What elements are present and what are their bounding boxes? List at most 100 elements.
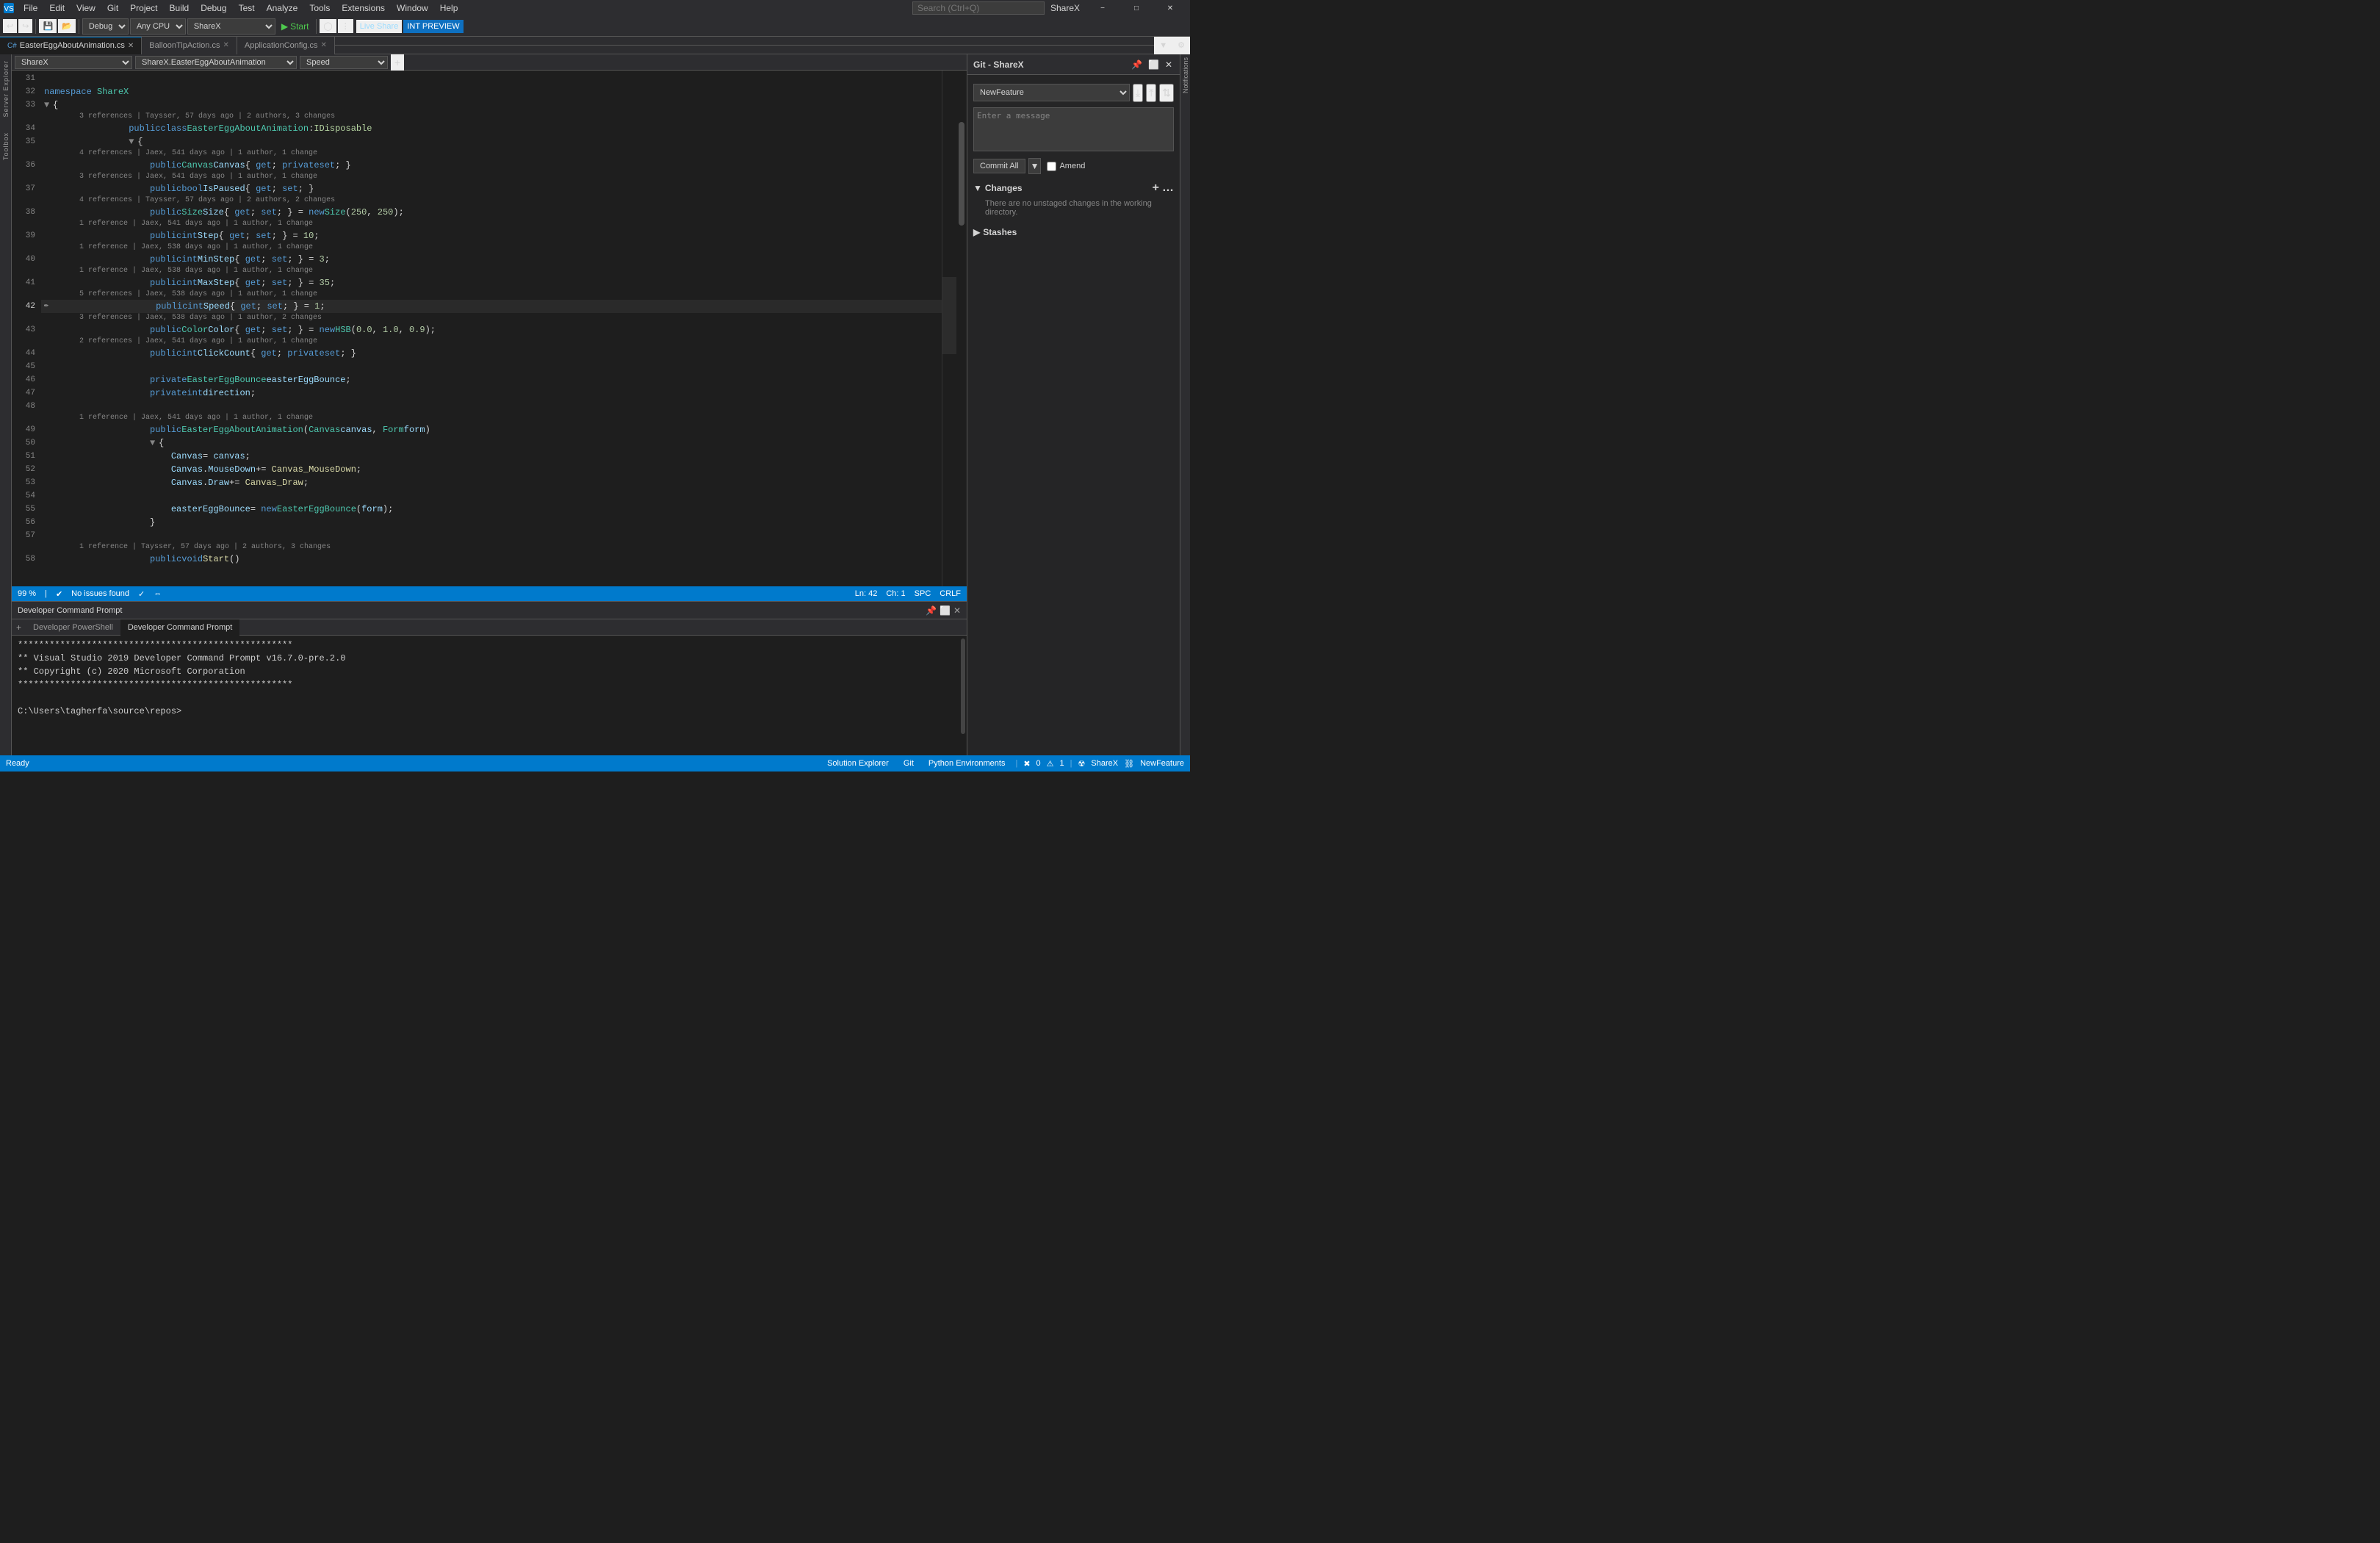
terminal-scrollbar[interactable] xyxy=(959,636,967,755)
tab-balloon-tip[interactable]: BalloonTipAction.cs ✕ xyxy=(142,37,237,54)
no-issues-label: No issues found xyxy=(71,589,129,598)
ln-57: 57 xyxy=(12,529,35,542)
fold-33[interactable]: ▼ xyxy=(44,98,53,112)
toolbar-save-btn[interactable]: 💾 xyxy=(39,19,57,33)
tab-close-1[interactable]: ✕ xyxy=(223,41,228,49)
git-changes-header[interactable]: ▼ Changes + … xyxy=(973,180,1174,196)
git-pin-btn[interactable]: 📌 xyxy=(1130,58,1144,71)
toolbar-misc-btn1[interactable]: ◯ xyxy=(320,19,336,33)
code-meta-37: 3 references | Jaex, 541 days ago | 1 au… xyxy=(41,172,942,182)
bottom-sep-2: | xyxy=(1070,759,1072,768)
git-stashes-header[interactable]: ▶ Stashes xyxy=(973,226,1174,239)
tab-easter-egg[interactable]: C# EasterEggAboutAnimation.cs ✕ xyxy=(0,37,142,54)
git-message-input[interactable] xyxy=(973,107,1174,151)
git-commit-all-btn[interactable]: Commit All xyxy=(973,159,1025,173)
ln-47: 47 xyxy=(12,386,35,400)
terminal-header: Developer Command Prompt 📌 ⬜ ✕ xyxy=(12,602,967,619)
server-explorer-label[interactable]: Server Explorer xyxy=(2,60,10,118)
menu-extensions[interactable]: Extensions xyxy=(336,0,391,16)
python-environments-tab[interactable]: Python Environments xyxy=(924,759,1010,768)
tab-app-config[interactable]: ApplicationConfig.cs ✕ xyxy=(237,37,335,54)
minimize-button[interactable]: − xyxy=(1086,0,1119,16)
ln-41: 41 xyxy=(12,276,35,289)
search-input[interactable] xyxy=(912,1,1045,15)
platform-select[interactable]: Any CPU xyxy=(130,18,186,35)
project-nav-select[interactable]: ShareX xyxy=(15,56,132,69)
add-member-btn[interactable]: + xyxy=(391,54,404,71)
terminal-title: Developer Command Prompt xyxy=(18,606,926,615)
git-float-btn[interactable]: ⬜ xyxy=(1147,58,1161,71)
git-amend-checkbox[interactable] xyxy=(1047,162,1056,171)
menu-git[interactable]: Git xyxy=(101,0,124,16)
int-preview-btn[interactable]: INT PREVIEW xyxy=(403,20,463,33)
tab-overflow-btn[interactable]: ▼ xyxy=(1154,37,1172,54)
ln-meta-12 xyxy=(12,542,35,553)
menu-tools[interactable]: Tools xyxy=(303,0,336,16)
tab-label-0: EasterEggAboutAnimation.cs xyxy=(20,41,125,50)
start-button[interactable]: ▶ Start xyxy=(277,20,314,33)
terminal-line-1: ****************************************… xyxy=(18,639,953,652)
ln-54: 54 xyxy=(12,489,35,503)
code-line-42[interactable]: ✏ public int Speed { get; set; } = 1; xyxy=(41,300,942,313)
code-line-37: public bool IsPaused { get; set; } xyxy=(41,182,942,195)
live-share-btn[interactable]: Live Share xyxy=(356,20,403,33)
debug-config-select[interactable]: Debug xyxy=(82,18,129,35)
terminal-body[interactable]: ****************************************… xyxy=(12,636,959,755)
menu-build[interactable]: Build xyxy=(164,0,195,16)
tab-close-2[interactable]: ✕ xyxy=(321,41,327,49)
git-commit-dropdown[interactable]: ▼ xyxy=(1028,158,1042,174)
class-nav-select[interactable]: ShareX.EasterEggAboutAnimation xyxy=(135,56,297,69)
menu-help[interactable]: Help xyxy=(434,0,464,16)
git-branch-select[interactable]: NewFeature xyxy=(973,84,1130,101)
code-editor: 31 32 33 34 35 36 37 38 39 40 xyxy=(12,71,967,586)
terminal-tab-powershell[interactable]: Developer PowerShell xyxy=(26,619,120,636)
menu-test[interactable]: Test xyxy=(233,0,261,16)
git-sync-btn[interactable]: ⇅ xyxy=(1159,84,1174,102)
toolbar-undo-btn[interactable]: ↩ xyxy=(3,19,17,33)
code-meta-42: 5 references | Jaex, 538 days ago | 1 au… xyxy=(41,289,942,300)
project-select[interactable]: ShareX xyxy=(187,18,275,35)
terminal-line-6: C:\Users\tagherfa\source\repos> xyxy=(18,705,953,718)
menu-analyze[interactable]: Analyze xyxy=(261,0,304,16)
terminal-pin-btn[interactable]: 📌 xyxy=(926,605,937,616)
toolbox-label[interactable]: Toolbox xyxy=(2,132,10,160)
terminal-tab-cmd[interactable]: Developer Command Prompt xyxy=(120,619,239,636)
scroll-thumb[interactable] xyxy=(959,122,964,225)
code-line-44: public int ClickCount { get; private set… xyxy=(41,347,942,360)
toolbar-misc-btn2[interactable]: ⋮ xyxy=(338,19,353,33)
code-line-58: public void Start() xyxy=(41,553,942,566)
code-content[interactable]: namespace ShareX ▼{ 3 references | Tayss… xyxy=(41,71,942,586)
git-push-btn[interactable]: ⤒ xyxy=(1146,84,1156,102)
git-tab[interactable]: Git xyxy=(899,759,918,768)
terminal-tab-ps-label: Developer PowerShell xyxy=(33,623,113,632)
code-line-40: public int MinStep { get; set; } = 3; xyxy=(41,253,942,266)
menu-window[interactable]: Window xyxy=(391,0,434,16)
maximize-button[interactable]: □ xyxy=(1119,0,1153,16)
menu-debug[interactable]: Debug xyxy=(195,0,232,16)
toolbar-open-btn[interactable]: 📂 xyxy=(58,19,76,33)
notifications-sidebar[interactable]: Notifications xyxy=(1180,54,1190,755)
method-nav-select[interactable]: Speed xyxy=(300,56,388,69)
git-changes-more-icon[interactable]: … xyxy=(1162,181,1174,195)
menu-edit[interactable]: Edit xyxy=(43,0,71,16)
menu-file[interactable]: File xyxy=(18,0,43,16)
terminal-line-2: ** Visual Studio 2019 Developer Command … xyxy=(18,652,953,665)
terminal-close-btn[interactable]: ✕ xyxy=(953,605,961,616)
terminal-float-btn[interactable]: ⬜ xyxy=(940,605,951,616)
git-close-btn[interactable]: ✕ xyxy=(1164,58,1174,71)
scroll-track[interactable] xyxy=(956,71,967,586)
menu-project[interactable]: Project xyxy=(124,0,163,16)
code-line-36: public Canvas Canvas { get; private set;… xyxy=(41,159,942,172)
git-pull-btn[interactable]: ⤓ xyxy=(1133,84,1143,102)
menu-view[interactable]: View xyxy=(71,0,101,16)
solution-explorer-tab[interactable]: Solution Explorer xyxy=(823,759,893,768)
fold-35[interactable]: ▼ xyxy=(129,135,137,148)
editor-status-bar: 99 % | ✔ No issues found ✓ ⇔ Ln: 42 Ch: … xyxy=(12,586,967,601)
terminal-add-btn[interactable]: + xyxy=(12,619,26,635)
tab-settings-btn[interactable]: ⚙ xyxy=(1172,37,1190,54)
close-button[interactable]: ✕ xyxy=(1153,0,1187,16)
stashes-label: Stashes xyxy=(983,227,1017,237)
tab-close-0[interactable]: ✕ xyxy=(128,42,134,50)
git-add-all-btn[interactable]: + xyxy=(1153,181,1159,195)
toolbar-redo-btn[interactable]: ↪ xyxy=(18,19,32,33)
